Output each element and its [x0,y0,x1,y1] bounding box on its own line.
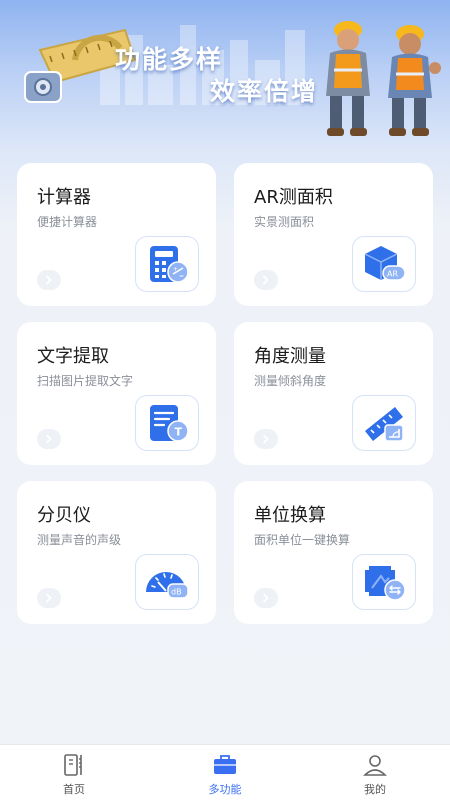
text-extract-icon: T [135,395,199,451]
tab-label: 多功能 [208,783,242,796]
card-unit-convert[interactable]: 单位换算 面积单位一键换算 [234,481,433,624]
svg-text:=: = [179,273,184,280]
multi-function-page: 功能多样 效率倍增 计算器 便捷计算器 + = AR测面积 实景测面积 AR 文… [0,0,450,800]
card-subtitle: 扫描图片提取文字 [37,374,134,388]
ar-icon-text: AR [387,270,398,279]
card-title: 角度测量 [254,346,326,367]
card-ar-area[interactable]: AR测面积 实景测面积 AR [234,163,433,306]
card-angle-measure[interactable]: 角度测量 测量倾斜角度 [234,322,433,465]
card-subtitle: 实景测面积 [254,215,315,229]
card-calculator[interactable]: 计算器 便捷计算器 + = [17,163,216,306]
angle-ruler-icon [352,395,416,451]
unit-convert-icon [352,554,416,610]
tab-label: 首页 [63,783,85,796]
decibel-meter-icon: dB [135,554,199,610]
user-icon [363,755,387,776]
construction-workers-graphic [326,21,441,136]
tab-multi-function[interactable]: 多功能 [175,745,275,800]
tab-home[interactable]: 首页 [24,745,124,800]
text-icon-letter: T [175,426,183,439]
card-subtitle: 测量声音的声级 [37,533,122,547]
tab-label: 我的 [364,783,386,796]
ar-cube-icon: AR [352,236,416,292]
card-subtitle: 测量倾斜角度 [254,374,327,388]
arrow-right-icon[interactable] [37,588,61,608]
toolbox-icon [214,755,236,774]
card-title: 计算器 [37,187,91,208]
calculator-icon: + = [135,236,199,292]
arrow-right-icon[interactable] [37,270,61,290]
card-title: 单位换算 [254,505,326,526]
card-subtitle: 面积单位一键换算 [254,533,351,547]
card-title: 文字提取 [37,346,109,367]
home-ruler-icon [64,754,82,776]
bottom-tab-bar: 首页 多功能 我的 [0,744,450,800]
promo-banner[interactable]: 功能多样 效率倍增 [0,0,450,150]
banner-slogan-line2: 效率倍增 [210,77,319,106]
db-icon-text: dB [171,588,182,597]
card-decibel-meter[interactable]: 分贝仪 测量声音的声级 dB [17,481,216,624]
arrow-right-icon[interactable] [37,429,61,449]
svg-text:+: + [173,266,178,273]
card-title: AR测面积 [254,187,333,208]
tab-profile[interactable]: 我的 [325,745,425,800]
card-subtitle: 便捷计算器 [37,215,98,229]
card-title: 分贝仪 [37,505,91,526]
card-text-extract[interactable]: 文字提取 扫描图片提取文字 T [17,322,216,465]
arrow-right-icon[interactable] [254,270,278,290]
arrow-right-icon[interactable] [254,588,278,608]
arrow-right-icon[interactable] [254,429,278,449]
banner-slogan-line1: 功能多样 [115,45,224,74]
